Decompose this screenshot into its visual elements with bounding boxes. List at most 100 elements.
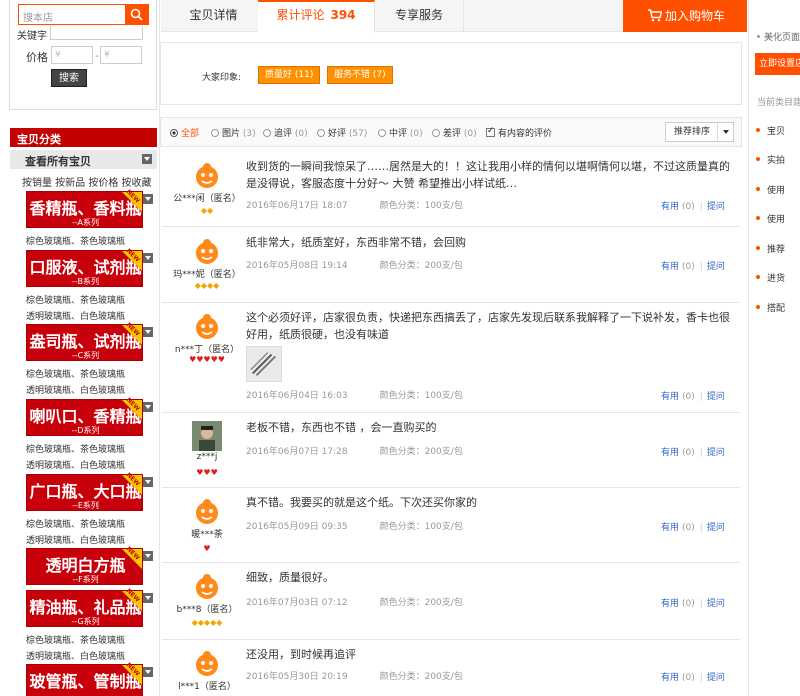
user-photo-avatar[interactable] bbox=[192, 421, 222, 451]
category-banner[interactable]: 透明白方瓶 --F系列 NEW bbox=[26, 545, 143, 585]
search-button[interactable] bbox=[125, 4, 149, 25]
category-banner[interactable]: 口服液、试剂瓶 --B系列 NEW bbox=[26, 247, 143, 287]
view-all-items[interactable]: 查看所有宝贝 bbox=[10, 150, 157, 169]
price-min-input[interactable]: ¥ bbox=[51, 46, 93, 64]
price-dash: - bbox=[95, 49, 99, 62]
useful-link[interactable]: 有用 bbox=[661, 392, 679, 402]
category-sub-link[interactable]: 透明玻璃瓶、白色玻璃瓶 bbox=[26, 309, 125, 322]
checkbox-checked-icon bbox=[486, 126, 495, 137]
current-category-label: 当前类目建 bbox=[757, 98, 800, 108]
search-input[interactable]: 搜本店 bbox=[18, 4, 125, 25]
impression-tag[interactable]: 服务不错 (7) bbox=[327, 66, 393, 84]
right-item[interactable]: 使用 bbox=[755, 183, 785, 196]
user-avatar-icon[interactable] bbox=[192, 311, 222, 341]
ask-link[interactable]: 提问 bbox=[707, 392, 725, 402]
category-sub-link[interactable]: 透明玻璃瓶、白色玻璃瓶 bbox=[26, 383, 125, 396]
category-sub-link[interactable]: 棕色玻璃瓶、茶色玻璃瓶 bbox=[26, 442, 125, 455]
filter-pictures[interactable]: 图片 (3) bbox=[211, 126, 256, 139]
tab-details-label: 宝贝详情 bbox=[189, 8, 238, 22]
category-sub-link[interactable]: 透明玻璃瓶、白色玻璃瓶 bbox=[26, 458, 125, 471]
expand-toggle-icon[interactable] bbox=[143, 253, 153, 263]
user-avatar-icon[interactable] bbox=[192, 571, 222, 601]
review-meta: 2016年05月09日 09:35 颜色分类：100支/包 bbox=[246, 519, 463, 532]
expand-toggle-icon[interactable] bbox=[143, 667, 153, 677]
user-avatar-icon[interactable] bbox=[192, 236, 222, 266]
review-photo-thumbnail[interactable] bbox=[246, 346, 282, 382]
sort-links[interactable]: 按销量 按新品 按价格 按收藏 bbox=[22, 174, 152, 189]
sort-select-label: 推荐排序 bbox=[674, 127, 711, 137]
ask-link[interactable]: 提问 bbox=[707, 262, 725, 272]
price-max-input[interactable]: ¥ bbox=[100, 46, 142, 64]
expand-toggle-icon[interactable] bbox=[143, 477, 153, 487]
expand-toggle-icon[interactable] bbox=[143, 194, 153, 204]
useful-count: (0) bbox=[682, 448, 695, 458]
filter-neutral[interactable]: 中评 (0) bbox=[378, 126, 423, 139]
expand-toggle-icon[interactable] bbox=[143, 551, 153, 561]
action-divider: | bbox=[699, 599, 703, 609]
category-sub-link[interactable]: 棕色玻璃瓶、茶色玻璃瓶 bbox=[26, 633, 125, 646]
impression-tag[interactable]: 质量好 (11) bbox=[258, 66, 321, 84]
category-sub-link[interactable]: 棕色玻璃瓶、茶色玻璃瓶 bbox=[26, 234, 125, 247]
review-variant: 颜色分类：200支/包 bbox=[379, 447, 463, 457]
review-meta: 2016年05月30日 20:19 颜色分类：200支/包 bbox=[246, 669, 463, 682]
filter-positive[interactable]: 好评 (57) bbox=[317, 126, 367, 139]
view-all-label: 查看所有宝贝 bbox=[25, 155, 91, 168]
add-to-cart-button[interactable]: 加入购物车 bbox=[623, 0, 747, 32]
right-item[interactable]: 实拍 bbox=[755, 153, 785, 166]
category-banner[interactable]: 精油瓶、礼品瓶 --G系列 NEW bbox=[26, 587, 143, 627]
setup-button[interactable]: 立即设置店 bbox=[755, 53, 800, 75]
category-sub-link[interactable]: 棕色玻璃瓶、茶色玻璃瓶 bbox=[26, 517, 125, 530]
filter-followup[interactable]: 追评 (0) bbox=[263, 126, 308, 139]
tab-reviews[interactable]: 累计评论 394 bbox=[258, 0, 375, 33]
ask-link[interactable]: 提问 bbox=[707, 523, 725, 533]
beautify-link[interactable]: 美化页面 bbox=[757, 30, 800, 43]
ask-link[interactable]: 提问 bbox=[707, 599, 725, 609]
useful-count: (0) bbox=[682, 262, 695, 272]
right-item[interactable]: 推荐 bbox=[755, 242, 785, 255]
category-sub-link[interactable]: 透明玻璃瓶、白色玻璃瓶 bbox=[26, 649, 125, 662]
useful-link[interactable]: 有用 bbox=[661, 673, 679, 683]
ask-link[interactable]: 提问 bbox=[707, 673, 725, 683]
useful-link[interactable]: 有用 bbox=[661, 262, 679, 272]
action-divider: | bbox=[699, 673, 703, 683]
ask-link[interactable]: 提问 bbox=[707, 202, 725, 212]
category-sub-link[interactable]: 透明玻璃瓶、白色玻璃瓶 bbox=[26, 533, 125, 546]
tab-services[interactable]: 专享服务 bbox=[375, 0, 464, 32]
action-divider: | bbox=[699, 262, 703, 272]
category-banner[interactable]: 盎司瓶、试剂瓶 --C系列 NEW bbox=[26, 321, 143, 361]
category-banner[interactable]: 香精瓶、香料瓶 --A系列 NEW bbox=[26, 188, 143, 228]
right-item[interactable]: 使用 bbox=[755, 212, 785, 225]
right-item[interactable]: 进货 bbox=[755, 271, 785, 284]
collapse-toggle-icon[interactable] bbox=[142, 154, 152, 164]
sort-select[interactable]: 推荐排序 bbox=[665, 122, 734, 142]
useful-link[interactable]: 有用 bbox=[661, 202, 679, 212]
review-variant: 颜色分类：100支/包 bbox=[379, 391, 463, 401]
useful-link[interactable]: 有用 bbox=[661, 448, 679, 458]
filter-negative[interactable]: 差评 (0) bbox=[432, 126, 477, 139]
review-text: 细致，质量很好。 bbox=[246, 571, 334, 584]
ask-link[interactable]: 提问 bbox=[707, 448, 725, 458]
expand-toggle-icon[interactable] bbox=[143, 402, 153, 412]
filter-all[interactable]: 全部 bbox=[170, 126, 199, 139]
category-banner[interactable]: 喇叭口、香精瓶 --D系列 NEW bbox=[26, 396, 143, 436]
filter-with-content[interactable]: 有内容的评价 bbox=[486, 126, 552, 139]
keyword-input[interactable] bbox=[50, 26, 143, 40]
category-sub-link[interactable]: 棕色玻璃瓶、茶色玻璃瓶 bbox=[26, 293, 125, 306]
user-avatar-icon[interactable] bbox=[192, 648, 222, 678]
category-sub-link[interactable]: 棕色玻璃瓶、茶色玻璃瓶 bbox=[26, 367, 125, 380]
useful-link[interactable]: 有用 bbox=[661, 599, 679, 609]
expand-toggle-icon[interactable] bbox=[143, 327, 153, 337]
tab-details[interactable]: 宝贝详情 bbox=[161, 0, 267, 32]
expand-toggle-icon[interactable] bbox=[143, 593, 153, 603]
right-item[interactable]: 搭配 bbox=[755, 301, 785, 314]
price-search-button[interactable]: 搜索 bbox=[51, 69, 87, 87]
right-item[interactable]: 宝贝 bbox=[755, 124, 785, 137]
user-avatar-icon[interactable] bbox=[192, 496, 222, 526]
radio-icon bbox=[317, 129, 325, 137]
useful-count: (0) bbox=[682, 523, 695, 533]
user-avatar-icon[interactable] bbox=[192, 160, 222, 190]
category-banner[interactable]: 广口瓶、大口瓶 --E系列 NEW bbox=[26, 471, 143, 511]
right-sidebar: 美化页面 立即设置店 当前类目建 宝贝 实拍 使用 使用 推荐 进货 搭配 bbox=[748, 0, 800, 696]
useful-link[interactable]: 有用 bbox=[661, 523, 679, 533]
category-banner[interactable]: 玻管瓶、管制瓶 NEW bbox=[26, 661, 143, 696]
